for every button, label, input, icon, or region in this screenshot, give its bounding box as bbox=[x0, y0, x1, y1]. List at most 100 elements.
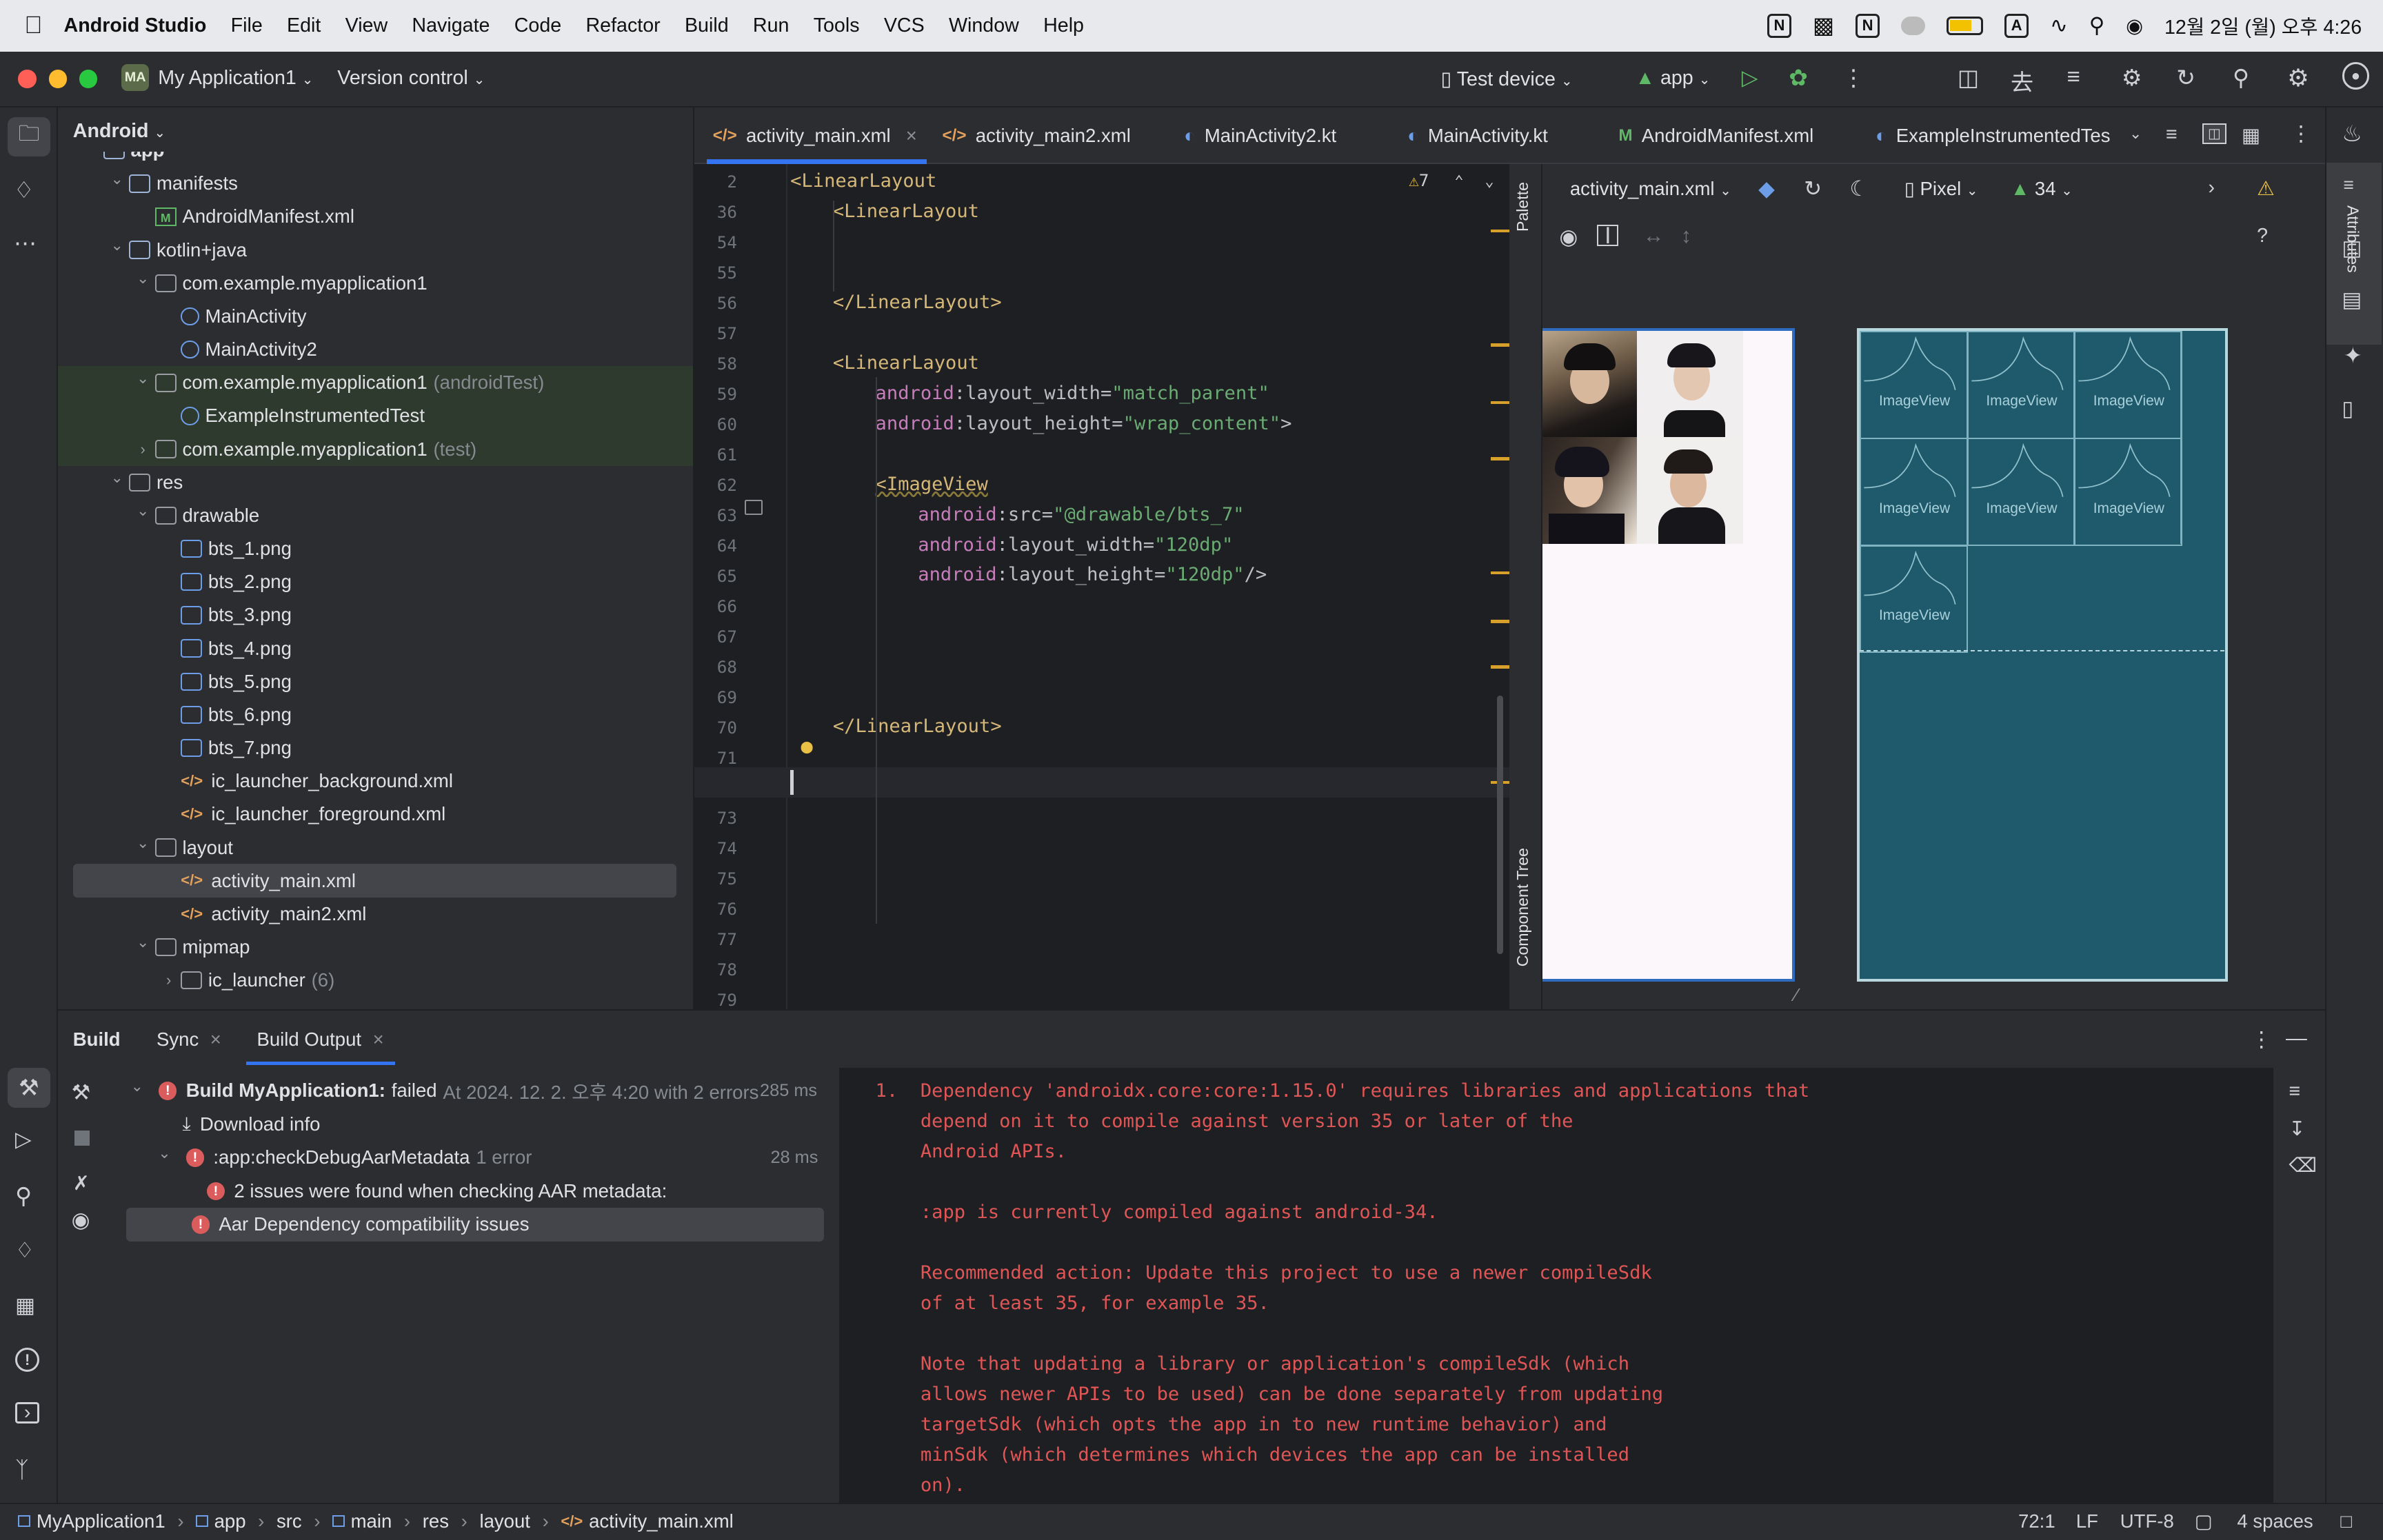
notion-icon[interactable]: N bbox=[1767, 13, 1792, 39]
breadcrumb-item[interactable]: res bbox=[423, 1510, 449, 1532]
problems-icon[interactable]: ! bbox=[15, 1348, 40, 1372]
menu-build[interactable]: Build bbox=[685, 14, 729, 37]
soft-wrap-icon[interactable]: ≡ bbox=[2289, 1080, 2300, 1103]
close-icon[interactable]: × bbox=[210, 1029, 221, 1050]
terminal-icon[interactable]: › bbox=[15, 1401, 40, 1424]
eye-icon[interactable]: ◉ bbox=[1559, 225, 1578, 250]
photo-bts-3[interactable] bbox=[1542, 437, 1637, 544]
prev-highlight-chevron-icon[interactable]: ⌃ bbox=[1454, 173, 1463, 190]
tab-sync[interactable]: Sync × bbox=[157, 1029, 221, 1051]
blueprint-linearlayout[interactable] bbox=[1860, 331, 2225, 652]
app-inspection-icon[interactable]: ⚙ bbox=[2122, 64, 2142, 92]
warning-marker[interactable] bbox=[1491, 665, 1509, 669]
chevron-right-icon[interactable]: › bbox=[159, 971, 177, 989]
clear-trash-icon[interactable]: ⌫ bbox=[2289, 1153, 2317, 1177]
help-icon[interactable]: ? bbox=[2257, 225, 2268, 247]
more-vertical-icon[interactable]: ⋮ bbox=[2251, 1027, 2272, 1052]
menu-window[interactable]: Window bbox=[949, 14, 1019, 37]
apple-icon[interactable]:  bbox=[24, 12, 42, 39]
run-tool-icon[interactable]: ▷ bbox=[15, 1127, 32, 1152]
tree-item[interactable]: </> ic_launcher_foreground.xml bbox=[58, 798, 693, 831]
gemini-sparkle-icon[interactable]: ✦ bbox=[2344, 342, 2363, 369]
menu-run[interactable]: Run bbox=[753, 14, 790, 37]
blueprint-preview[interactable]: ImageView ImageView ImageView ImageView Imag… bbox=[1857, 328, 2229, 982]
line-separator[interactable]: LF bbox=[2076, 1510, 2098, 1532]
menu-vcs[interactable]: VCS bbox=[884, 14, 925, 37]
app-menu[interactable]: Android Studio bbox=[64, 14, 207, 37]
issue-row[interactable]: ! 2 issues were found when checking AAR m… bbox=[206, 1175, 667, 1208]
chevron-down-icon[interactable]: ⌄ bbox=[134, 369, 152, 387]
editor-tab[interactable]: ◐ MainActivity.kt bbox=[1407, 108, 1548, 164]
chevron-down-icon[interactable]: ⌄ bbox=[82, 152, 100, 154]
task-row[interactable]: ⌄!:app:checkDebugAarMetadata 1 error bbox=[158, 1141, 532, 1174]
device-selector[interactable]: ▯ Test device ⌄ bbox=[1440, 67, 1572, 91]
chevron-down-icon[interactable]: ⌄ bbox=[108, 236, 125, 254]
build-hammer-icon[interactable]: ⚒ bbox=[72, 1080, 91, 1105]
eye-icon[interactable]: ◉ bbox=[72, 1208, 90, 1233]
account-icon[interactable]: ● bbox=[2342, 62, 2370, 90]
next-highlight-chevron-icon[interactable]: ⌄ bbox=[1485, 173, 1494, 190]
chevron-down-icon[interactable]: ⌄ bbox=[158, 1144, 170, 1162]
chevron-down-icon[interactable]: ⌄ bbox=[108, 170, 125, 188]
breadcrumb-item[interactable]: app bbox=[214, 1510, 246, 1532]
menu-refactor[interactable]: Refactor bbox=[585, 14, 660, 37]
tab-build[interactable]: Build bbox=[73, 1029, 121, 1051]
warning-marker[interactable] bbox=[1491, 457, 1509, 460]
chevron-right-icon[interactable]: › bbox=[2209, 176, 2215, 199]
spotlight-search-icon[interactable]: ⚲ bbox=[2089, 13, 2105, 38]
code-view-icon[interactable]: ≡ bbox=[2166, 123, 2178, 146]
warning-marker[interactable] bbox=[1491, 401, 1509, 405]
battery-icon[interactable] bbox=[1947, 17, 1984, 35]
tree-item[interactable]: ExampleInstrumentedTest bbox=[57, 399, 694, 433]
warning-marker[interactable] bbox=[1491, 620, 1509, 623]
project-folder-icon[interactable]: 🗀 bbox=[8, 116, 50, 156]
tree-item[interactable]: bts_7.png bbox=[58, 731, 693, 764]
settings-gear-icon[interactable]: ⚙ bbox=[2287, 64, 2309, 92]
resource-manager-icon[interactable]: ♢ bbox=[14, 176, 34, 204]
build-output-console[interactable]: 1. Dependency 'androidx.core:core:1.15.0… bbox=[842, 1068, 2274, 1504]
aar-issue-row[interactable]: ! Aar Dependency compatibility issues bbox=[125, 1208, 824, 1242]
chat-icon[interactable] bbox=[1901, 17, 1926, 35]
tree-item[interactable]: › ic_launcher (6) bbox=[58, 964, 693, 997]
menu-file[interactable]: File bbox=[231, 14, 263, 37]
tree-item[interactable]: ⌄ manifests bbox=[58, 167, 693, 200]
palette-tab[interactable]: Palette bbox=[1514, 182, 1532, 232]
git-branch-icon[interactable]: ᛉ bbox=[15, 1457, 29, 1483]
tree-item[interactable]: bts_3.png bbox=[58, 598, 693, 631]
indent-setting[interactable]: 4 spaces bbox=[2237, 1510, 2313, 1532]
design-surface-icon[interactable]: ◆ bbox=[1758, 176, 1775, 201]
orientation-icon[interactable]: ↻ bbox=[1804, 176, 1822, 201]
resize-handle-icon[interactable]: ∕ bbox=[1795, 984, 1798, 1006]
editor-tab[interactable]: ◐ ExampleInstrumentedTes bbox=[1876, 108, 2111, 164]
memory-indicator-icon[interactable]: □ bbox=[2340, 1510, 2352, 1532]
photo-bts-2[interactable] bbox=[1636, 331, 1744, 438]
tree-item[interactable]: </> ic_launcher_background.xml bbox=[58, 764, 693, 798]
window-zoom-button[interactable] bbox=[79, 70, 98, 88]
inspection-warnings-badge[interactable]: ⚠7 bbox=[1409, 170, 1429, 190]
search-icon[interactable]: ⚲ bbox=[2233, 64, 2249, 92]
chevron-down-icon[interactable]: ⌄ bbox=[131, 1077, 143, 1095]
chevron-down-icon[interactable]: ⌄ bbox=[134, 502, 152, 520]
run-icon[interactable]: ▷ bbox=[1742, 65, 1758, 90]
debug-icon[interactable]: ✿ bbox=[1789, 64, 1808, 92]
breadcrumb-item[interactable]: activity_main.xml bbox=[589, 1510, 734, 1532]
tree-item[interactable]: bts_5.png bbox=[58, 665, 693, 698]
project-view-selector[interactable]: Android ⌄ bbox=[73, 120, 165, 143]
editor-scrollbar[interactable] bbox=[1497, 696, 1503, 955]
tree-item[interactable]: </> activity_main2.xml bbox=[58, 898, 693, 931]
tree-item[interactable]: › com.example.myapplication1 (test) bbox=[57, 432, 694, 466]
component-tree-tab[interactable]: Component Tree bbox=[1514, 848, 1532, 966]
tree-item[interactable]: ⌄ app bbox=[58, 152, 693, 167]
file-encoding[interactable]: UTF-8 bbox=[2120, 1510, 2174, 1532]
window-minimize-button[interactable] bbox=[48, 70, 67, 88]
input-source-icon[interactable]: A bbox=[2004, 13, 2029, 39]
tab-activity-main-xml[interactable]: </> activity_main.xml × bbox=[713, 108, 917, 164]
lightbulb-icon[interactable]: ● bbox=[801, 734, 813, 758]
design-preview-screen[interactable] bbox=[1542, 328, 1796, 982]
editor-tab[interactable]: ◐ MainActivity2.kt bbox=[1184, 108, 1336, 164]
stop-icon[interactable] bbox=[74, 1130, 90, 1146]
tree-item-selected[interactable]: </> activity_main.xml bbox=[72, 864, 676, 898]
tree-item[interactable]: ⌄ kotlin+java bbox=[58, 233, 693, 266]
emulator-icon[interactable]: ▯ bbox=[2342, 396, 2353, 421]
code-editor[interactable]: 2 36 54 55 56 57 58 59 60 61 62 63 64 65 66 67 68 69 70 71 7… bbox=[694, 164, 1509, 1009]
